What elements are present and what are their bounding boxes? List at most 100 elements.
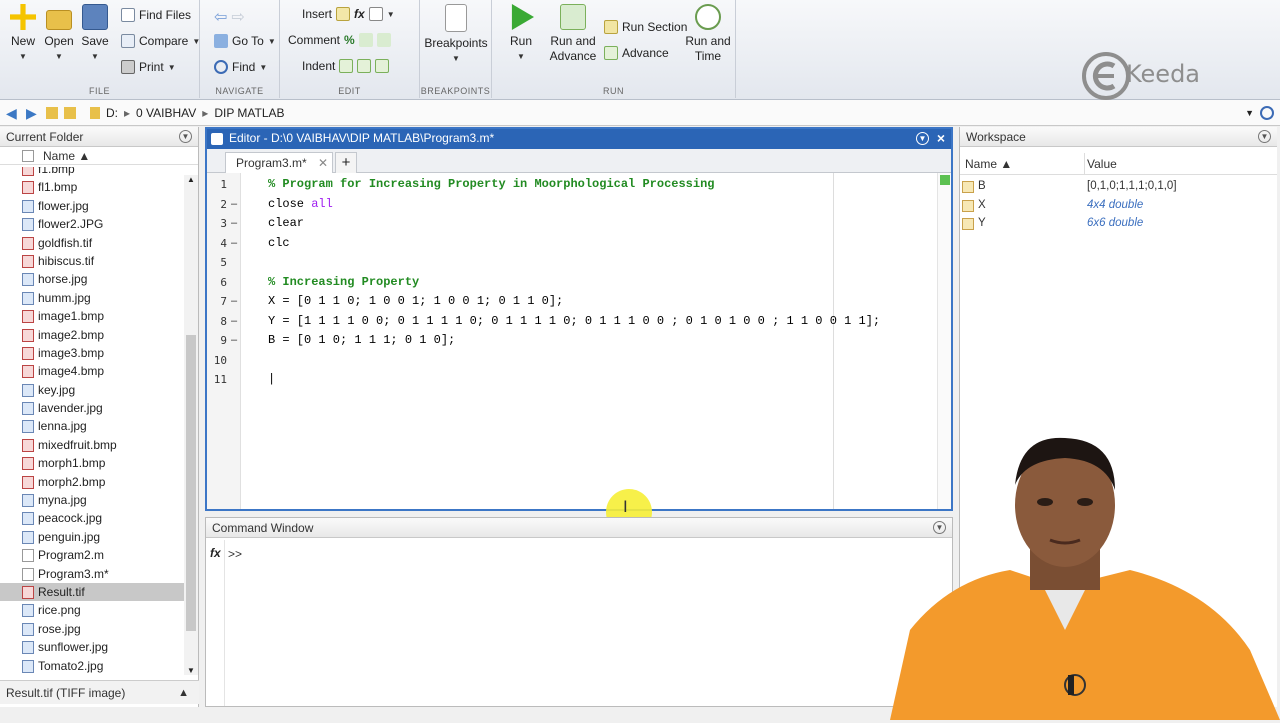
file-list-item[interactable]: image1.bmp: [0, 307, 184, 325]
file-name: humm.jpg: [38, 290, 91, 305]
workspace-variable[interactable]: B [0,1,0;1,1,1;0,1,0]: [960, 177, 1278, 196]
code-line[interactable]: Y = [1 1 1 1 0 0; 0 1 1 1 1 0; 0 1 1 1 1…: [268, 314, 880, 328]
fx-icon[interactable]: fx: [210, 546, 221, 560]
file-list-item[interactable]: Result.tif: [0, 582, 184, 602]
back-button[interactable]: ⇦ ⇨: [214, 7, 245, 27]
file-list-item[interactable]: image4.bmp: [0, 362, 184, 380]
run-and-advance-button[interactable]: Run and Advance: [548, 4, 598, 64]
file-list-item[interactable]: flower.jpg: [0, 197, 184, 215]
file-name: f1.bmp: [38, 167, 75, 176]
file-list-item[interactable]: image2.bmp: [0, 326, 184, 344]
find-files-button[interactable]: Find Files: [121, 8, 191, 22]
code-line[interactable]: |: [268, 372, 275, 386]
compare-button[interactable]: Compare ▼: [121, 34, 200, 48]
file-list-item[interactable]: Program2.m: [0, 546, 184, 564]
file-list-item[interactable]: Tomato2.jpg: [0, 657, 184, 675]
close-icon[interactable]: ×: [937, 129, 945, 148]
back-arrow-icon: ⇦: [214, 9, 228, 26]
new-tab-button[interactable]: +: [335, 152, 357, 173]
file-list-item[interactable]: image3.bmp: [0, 344, 184, 362]
tab-program3[interactable]: Program3.m* ✕: [225, 152, 333, 173]
current-folder-panel: Current Folder ▼ Name ▲ f1.bmp fl1.bmp flow…: [0, 127, 199, 707]
breadcrumb-folder[interactable]: 0 VAIBHAV: [136, 106, 196, 120]
image-file-icon: [22, 181, 34, 195]
scroll-up-icon[interactable]: ▲: [187, 175, 195, 184]
logo-text: Keeda: [1126, 60, 1201, 88]
file-list-item[interactable]: key.jpg: [0, 381, 184, 399]
file-list-item[interactable]: penguin.jpg: [0, 528, 184, 546]
file-list-item[interactable]: flower2.JPG: [0, 215, 184, 233]
code-line[interactable]: X = [0 1 1 0; 1 0 0 1; 1 0 0 1; 0 1 1 0]…: [268, 294, 563, 308]
file-list-item[interactable]: mixedfruit.bmp: [0, 436, 184, 454]
breadcrumb-drive[interactable]: D:: [106, 106, 118, 120]
workspace-name-column[interactable]: Name ▲: [965, 153, 1012, 175]
file-list-item[interactable]: rice.png: [0, 601, 184, 619]
file-name: sunflower.jpg: [38, 640, 109, 655]
forward-arrow-icon: ⇨: [231, 9, 245, 26]
workspace-variable[interactable]: X 4x4 double: [960, 196, 1278, 215]
code-area[interactable]: % Program for Increasing Property in Moo…: [207, 173, 937, 509]
advance-button[interactable]: Advance: [604, 46, 669, 60]
code-line[interactable]: % Program for Increasing Property in Moo…: [268, 177, 714, 191]
folder-scrollbar[interactable]: ▲ ▼: [184, 175, 198, 675]
file-list-item[interactable]: goldfish.tif: [0, 234, 184, 252]
code-line[interactable]: close all: [268, 197, 333, 211]
address-dropdown-icon[interactable]: ▼: [1245, 108, 1254, 118]
code-line[interactable]: clc: [268, 236, 290, 250]
search-icon[interactable]: [1260, 105, 1274, 120]
tab-close-icon[interactable]: ✕: [318, 153, 328, 173]
save-button[interactable]: Save ▼: [72, 4, 118, 64]
name-column-header[interactable]: Name ▲: [0, 147, 198, 165]
comment-button[interactable]: Comment%: [288, 33, 391, 47]
goto-button[interactable]: Go To ▼: [214, 34, 276, 48]
file-name: fl1.bmp: [38, 180, 78, 195]
code-line[interactable]: clear: [268, 216, 304, 230]
browse-folder-icon[interactable]: [64, 106, 76, 119]
scroll-down-icon[interactable]: ▼: [187, 666, 195, 675]
print-button[interactable]: Print ▼: [121, 60, 176, 74]
code-text: B = [0 1 0; 1 1 1; 0 1 0];: [268, 333, 456, 347]
file-list-item[interactable]: peacock.jpg: [0, 509, 184, 527]
find-button[interactable]: Find ▼: [214, 60, 267, 74]
up-folder-icon[interactable]: [46, 106, 58, 119]
file-list-item[interactable]: hibiscus.tif: [0, 252, 184, 270]
file-list-item[interactable]: lenna.jpg: [0, 417, 184, 435]
run-group-title: RUN: [603, 86, 624, 96]
file-list-item[interactable]: myna.jpg: [0, 491, 184, 509]
code-line[interactable]: B = [0 1 0; 1 1 1; 0 1 0];: [268, 333, 455, 347]
file-list-item[interactable]: lavender.jpg: [0, 399, 184, 417]
image-file-icon: [22, 512, 34, 526]
file-list-item[interactable]: morph2.bmp: [0, 473, 184, 491]
file-list-item[interactable]: humm.jpg: [0, 289, 184, 307]
scroll-thumb[interactable]: [186, 335, 196, 631]
file-name: peacock.jpg: [38, 511, 103, 526]
run-and-time-button[interactable]: Run and Time: [684, 4, 732, 64]
back-icon[interactable]: ◀: [6, 106, 20, 120]
workspace-variable[interactable]: Y 6x6 double: [960, 214, 1278, 233]
image-file-icon: [22, 641, 34, 655]
file-list-item[interactable]: f1.bmp: [0, 167, 184, 178]
breadcrumb-subfolder[interactable]: DIP MATLAB: [214, 106, 284, 120]
file-list-item[interactable]: horse.jpg: [0, 270, 184, 288]
run-button[interactable]: Run ▼: [498, 4, 544, 64]
file-list-item[interactable]: rose.jpg: [0, 620, 184, 638]
file-details-bar[interactable]: Result.tif (TIFF image) ▲: [0, 680, 199, 704]
code-line[interactable]: % Increasing Property: [268, 275, 419, 289]
file-list-item[interactable]: Program3.m*: [0, 565, 184, 583]
percent-icon: %: [344, 33, 355, 47]
workspace-menu-icon[interactable]: ▼: [1258, 130, 1271, 143]
file-name: image4.bmp: [38, 364, 105, 379]
forward-icon[interactable]: ▶: [26, 106, 40, 120]
file-list-item[interactable]: sunflower.jpg: [0, 638, 184, 656]
panel-menu-icon[interactable]: ▼: [179, 130, 192, 143]
indent-button[interactable]: Indent: [302, 59, 390, 73]
file-list-item[interactable]: fl1.bmp: [0, 178, 184, 196]
insert-button[interactable]: Insert fx ▼: [302, 7, 395, 21]
breakpoints-button[interactable]: Breakpoints ▼: [424, 4, 488, 66]
workspace-value-column[interactable]: Value: [1087, 153, 1117, 175]
run-section-button[interactable]: Run Section: [604, 20, 687, 34]
editor-menu-icon[interactable]: ▼: [916, 132, 929, 145]
command-prompt[interactable]: >>: [228, 547, 242, 561]
expand-icon[interactable]: ▲: [178, 681, 189, 705]
file-list-item[interactable]: morph1.bmp: [0, 454, 184, 472]
